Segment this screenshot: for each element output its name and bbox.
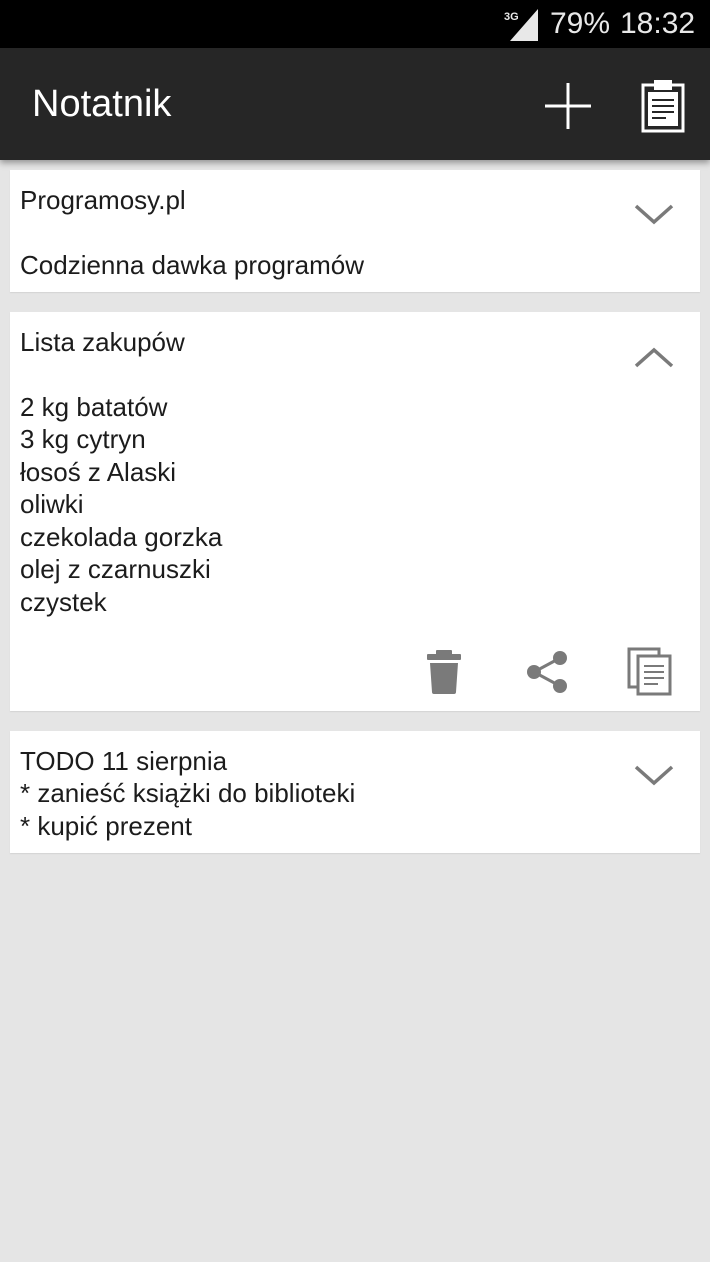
- chevron-up-icon[interactable]: [624, 338, 684, 378]
- status-bar: 3G 79% 18:32: [0, 0, 710, 48]
- note-title: Lista zakupów: [20, 327, 185, 357]
- copy-icon[interactable]: [626, 644, 674, 696]
- note-line: czekolada gorzka: [20, 522, 223, 552]
- note-line: łosoś z Alaski: [20, 457, 177, 487]
- note-line: czystek: [20, 587, 107, 617]
- note-line: * zanieść książki do biblioteki: [20, 778, 356, 808]
- note-line: * kupić prezent: [20, 811, 192, 841]
- battery-percent: 79%: [550, 7, 611, 40]
- note-card[interactable]: TODO 11 sierpnia * zanieść książki do bi…: [10, 731, 700, 853]
- note-title: TODO 11 sierpnia: [20, 746, 228, 776]
- note-card[interactable]: Lista zakupów 2 kg batatów 3 kg cytryn ł…: [10, 312, 700, 711]
- note-line: oliwki: [20, 489, 84, 519]
- chevron-down-icon[interactable]: [624, 194, 684, 234]
- add-icon[interactable]: [538, 76, 598, 136]
- action-bar: Notatnik: [0, 48, 710, 160]
- clipboard-icon[interactable]: [632, 76, 692, 136]
- app-title: Notatnik: [32, 83, 172, 125]
- note-line: olej z czarnuszki: [20, 554, 211, 584]
- note-line: 2 kg batatów: [20, 392, 168, 422]
- note-line: Codzienna dawka programów: [20, 250, 364, 280]
- note-title: Programosy.pl: [20, 185, 186, 215]
- note-line: 3 kg cytryn: [20, 424, 146, 454]
- clock: 18:32: [620, 7, 696, 40]
- chevron-down-icon[interactable]: [624, 755, 684, 795]
- network-type-label: 3G: [504, 11, 519, 23]
- share-icon[interactable]: [522, 646, 570, 698]
- signal-icon: 3G: [504, 9, 538, 41]
- delete-icon[interactable]: [420, 646, 468, 698]
- note-card[interactable]: Programosy.pl Codzienna dawka programów: [10, 170, 700, 292]
